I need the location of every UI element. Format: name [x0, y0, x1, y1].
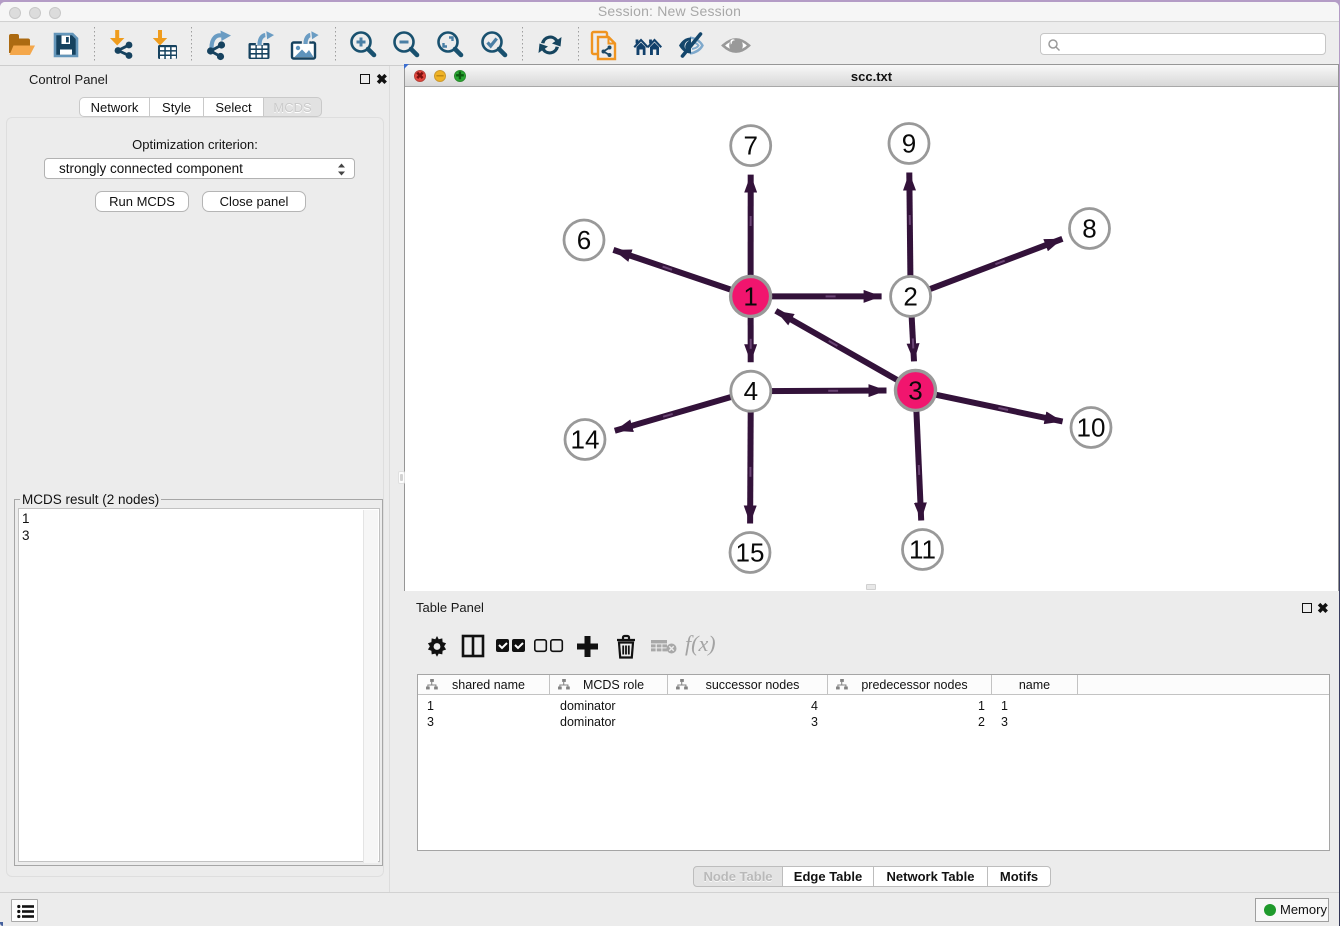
svg-text:2: 2: [903, 281, 917, 311]
svg-text:8: 8: [1082, 214, 1096, 244]
svg-text:15: 15: [736, 538, 765, 568]
svg-text:10: 10: [1077, 413, 1106, 443]
svg-text:14: 14: [571, 425, 600, 455]
svg-text:4: 4: [744, 376, 758, 406]
svg-text:7: 7: [743, 131, 757, 161]
svg-text:6: 6: [577, 225, 591, 255]
svg-text:3: 3: [908, 375, 922, 405]
svg-text:1: 1: [743, 281, 757, 311]
svg-text:9: 9: [902, 129, 916, 159]
svg-text:11: 11: [909, 535, 936, 565]
